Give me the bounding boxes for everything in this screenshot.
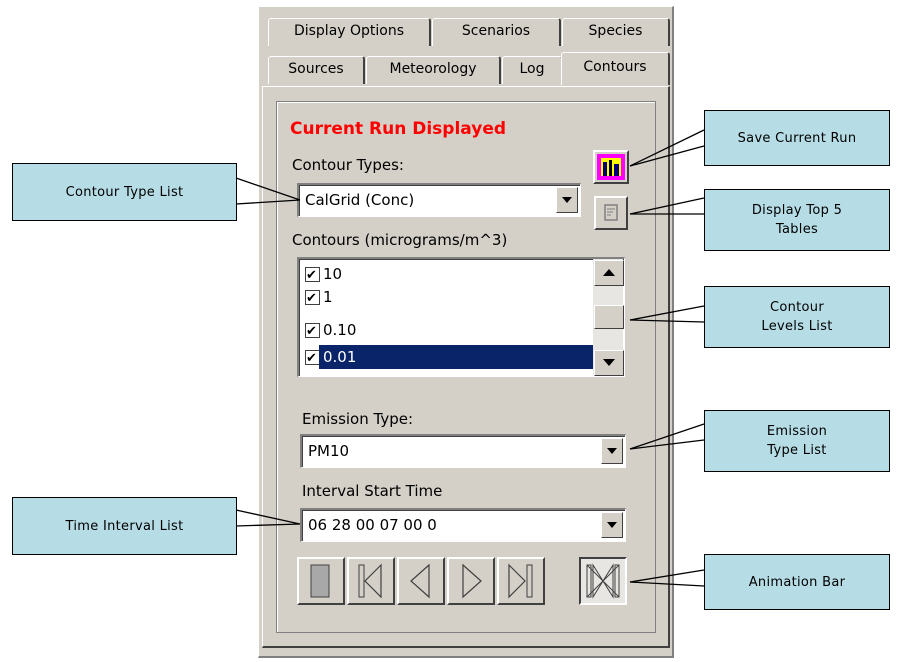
- callout-display-top5: Display Top 5 Tables: [704, 189, 890, 251]
- callout-animation-bar: Animation Bar: [704, 554, 890, 610]
- callout-emission-type: Emission Type List: [704, 410, 890, 472]
- callout-contour-levels: Contour Levels List: [704, 286, 890, 348]
- callout-save-current-run: Save Current Run: [704, 110, 890, 166]
- callout-time-interval: Time Interval List: [12, 497, 237, 555]
- callout-contour-type-list: Contour Type List: [12, 163, 237, 221]
